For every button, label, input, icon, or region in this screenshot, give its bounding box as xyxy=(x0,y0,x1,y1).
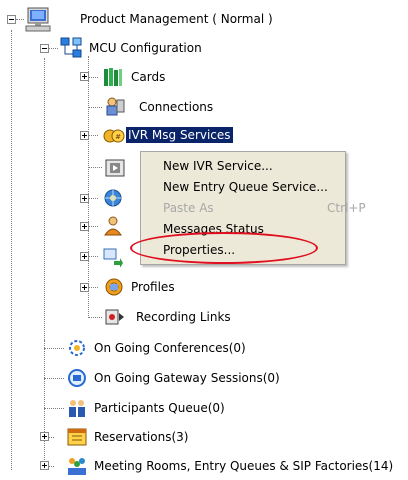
tree-line xyxy=(44,378,64,379)
tree-line xyxy=(11,30,12,470)
tree-line xyxy=(44,340,45,468)
tree-line xyxy=(88,56,89,318)
tree-item-ivr-msg-services[interactable]: IVR Msg Services xyxy=(126,127,233,143)
tree-line xyxy=(88,287,98,288)
tree-item-hidden-1[interactable] xyxy=(129,159,133,175)
tree-line xyxy=(88,256,98,257)
connections-icon xyxy=(104,96,126,118)
tree-line xyxy=(44,408,64,409)
tree-item-hidden-2[interactable] xyxy=(129,190,133,206)
svg-text:#: # xyxy=(115,133,121,141)
tree-item-recording-links[interactable]: Recording Links xyxy=(134,309,233,325)
expand-toggle-profiles[interactable] xyxy=(80,283,89,292)
expand-toggle-item-5[interactable] xyxy=(80,194,89,203)
tree-item-cards[interactable]: Cards xyxy=(129,69,167,85)
expand-toggle-meeting-rooms[interactable] xyxy=(40,461,49,470)
tree-item-profiles[interactable]: Profiles xyxy=(129,279,177,295)
menu-item-new-ivr-service[interactable]: New IVR Service... xyxy=(163,156,273,176)
gateway-icon xyxy=(66,367,88,389)
expand-toggle-cards[interactable] xyxy=(80,72,89,81)
books-icon xyxy=(102,66,124,88)
tree-line xyxy=(88,135,98,136)
tree-item-ongoing-conferences[interactable]: On Going Conferences(0) xyxy=(92,340,248,356)
tree-line xyxy=(88,317,102,318)
recording-icon xyxy=(104,306,126,328)
tree-line xyxy=(44,58,45,340)
person-icon xyxy=(102,215,124,237)
tree-line xyxy=(88,226,98,227)
expand-toggle-item-6[interactable] xyxy=(80,222,89,231)
tree-line xyxy=(88,107,102,108)
network-icon xyxy=(60,37,82,59)
menu-item-paste-as[interactable]: Paste As xyxy=(163,198,214,218)
people-icon xyxy=(66,397,88,419)
menu-item-new-entry-queue-service[interactable]: New Entry Queue Service... xyxy=(163,177,328,197)
menu-shortcut-paste-as: Ctrl+P xyxy=(327,201,366,215)
tree-line xyxy=(88,77,98,78)
film-icon xyxy=(104,157,126,179)
arrow-folder-icon xyxy=(102,245,124,268)
tree-line xyxy=(44,348,64,349)
expand-toggle-item-7[interactable] xyxy=(80,252,89,261)
tree-line xyxy=(88,167,102,168)
profile-gear-icon xyxy=(103,276,125,298)
monitor-icon xyxy=(24,6,54,34)
tree-item-product-management[interactable]: Product Management ( Normal ) xyxy=(78,11,275,27)
tree-item-mcu-configuration[interactable]: MCU Configuration xyxy=(87,40,204,56)
tree-item-ongoing-gateway-sessions[interactable]: On Going Gateway Sessions(0) xyxy=(92,370,282,386)
expand-toggle-reservations[interactable] xyxy=(40,432,49,441)
expand-toggle-ivr[interactable] xyxy=(80,131,89,140)
tree-item-connections[interactable]: Connections xyxy=(137,99,215,115)
tree-item-participants-queue[interactable]: Participants Queue(0) xyxy=(92,400,227,416)
tree-item-reservations[interactable]: Reservations(3) xyxy=(92,429,190,445)
highlight-oval xyxy=(130,232,318,264)
calendar-icon xyxy=(66,426,88,448)
tree-item-meeting-rooms[interactable]: Meeting Rooms, Entry Queues & SIP Factor… xyxy=(92,458,395,474)
collapse-toggle-root[interactable] xyxy=(7,15,16,24)
conference-icon xyxy=(66,337,88,359)
tree-line xyxy=(88,198,98,199)
collapse-toggle-mcu[interactable] xyxy=(40,44,49,53)
tree-line xyxy=(16,19,24,20)
group-icon xyxy=(66,455,88,477)
tree-item-hidden-3[interactable] xyxy=(129,218,133,234)
coins-icon: # xyxy=(103,125,125,147)
gear-globe-icon xyxy=(102,187,124,209)
